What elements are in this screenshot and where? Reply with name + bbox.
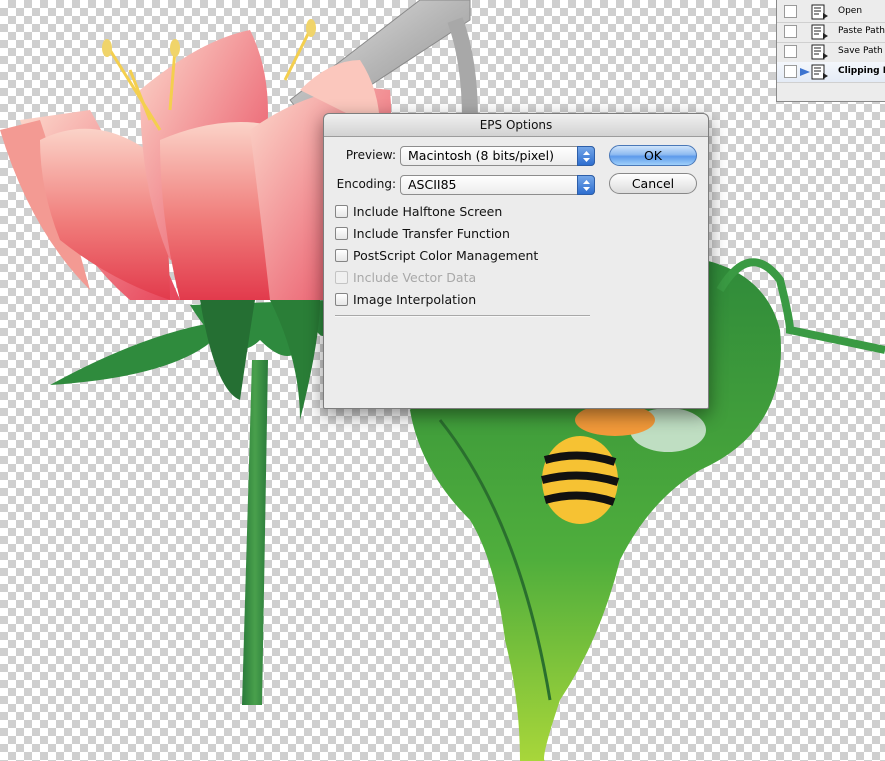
select-arrows-icon	[577, 175, 595, 195]
ok-button[interactable]: OK	[609, 145, 697, 166]
action-item-label: Save Path	[838, 46, 883, 56]
checkbox-box[interactable]	[335, 293, 348, 306]
action-toggle-checkbox[interactable]	[784, 65, 797, 78]
encoding-select-value: ASCII85	[408, 177, 457, 192]
preview-label: Preview:	[345, 148, 396, 162]
action-step-icon	[811, 24, 828, 40]
eps-options-dialog: EPS Options Preview: Macintosh (8 bits/p…	[323, 113, 709, 409]
checkbox-box[interactable]	[335, 249, 348, 262]
action-item-clipping-path[interactable]: Clipping P	[777, 62, 885, 83]
action-toggle-checkbox[interactable]	[784, 25, 797, 38]
checkbox-label: Include Vector Data	[353, 270, 477, 285]
action-step-icon	[811, 4, 828, 20]
encoding-label: Encoding:	[336, 177, 396, 191]
action-item-paste-path[interactable]: Paste Path	[777, 22, 885, 43]
dialog-divider	[335, 315, 590, 317]
preview-select[interactable]: Macintosh (8 bits/pixel)	[400, 146, 595, 166]
select-arrows-icon	[577, 146, 595, 166]
dialog-title: EPS Options	[324, 114, 708, 137]
action-item-label: Paste Path	[838, 26, 885, 36]
checkbox-box[interactable]	[335, 227, 348, 240]
action-toggle-checkbox[interactable]	[784, 45, 797, 58]
checkbox-box[interactable]	[335, 205, 348, 218]
left-leaf	[50, 320, 230, 385]
action-item-label: Open	[838, 6, 863, 16]
actions-panel: Open Paste Path Save Path Clipping P	[776, 0, 885, 102]
checkbox-label: PostScript Color Management	[353, 248, 539, 263]
action-item-label: Clipping P	[838, 66, 885, 76]
preview-select-value: Macintosh (8 bits/pixel)	[408, 148, 554, 163]
action-toggle-checkbox[interactable]	[784, 5, 797, 18]
checkbox-label: Include Halftone Screen	[353, 204, 503, 219]
flower-stem	[242, 360, 268, 705]
encoding-select[interactable]: ASCII85	[400, 175, 595, 195]
checkbox-box	[335, 271, 348, 284]
action-step-icon	[811, 44, 828, 60]
action-item-open[interactable]: Open	[777, 2, 885, 23]
play-marker-icon	[800, 68, 810, 76]
action-step-icon	[811, 64, 828, 80]
cancel-button[interactable]: Cancel	[609, 173, 697, 194]
checkbox-label: Image Interpolation	[353, 292, 477, 307]
action-item-save-path[interactable]: Save Path	[777, 42, 885, 63]
checkbox-label: Include Transfer Function	[353, 226, 510, 241]
